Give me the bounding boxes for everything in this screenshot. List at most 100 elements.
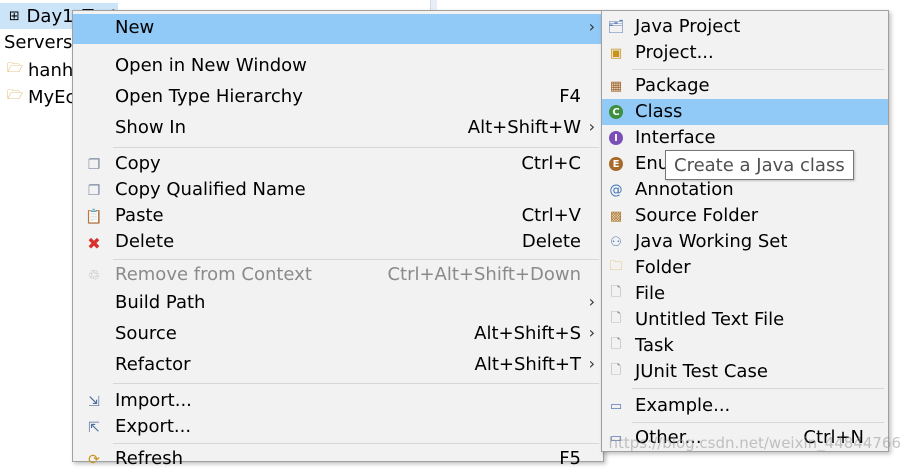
- menu-separator: [632, 422, 884, 423]
- shortcut-label: Alt+Shift+T: [474, 354, 581, 375]
- menu-item-label: Show In: [115, 117, 187, 138]
- submenu-item-interface[interactable]: I Interface: [602, 125, 888, 151]
- menu-item-label: Paste: [115, 205, 164, 226]
- export-icon: ⇱: [88, 420, 100, 436]
- submenu-item-java-working-set[interactable]: ⚇ Java Working Set: [602, 229, 888, 255]
- submenu-item-label: Project...: [635, 42, 714, 63]
- project-icon: ▣: [609, 45, 623, 61]
- chevron-right-icon: ›: [588, 323, 595, 342]
- menu-separator: [113, 383, 599, 384]
- tooltip: Create a Java class: [665, 150, 854, 180]
- menu-item-build-path[interactable]: Build Path ›: [73, 289, 603, 319]
- submenu-item-label: JUnit Test Case: [635, 361, 768, 382]
- shortcut-label: Ctrl+V: [521, 205, 581, 226]
- submenu-item-label: Task: [635, 335, 674, 356]
- menu-item-label: Open in New Window: [115, 55, 307, 76]
- shortcut-label: F5: [559, 448, 581, 469]
- delete-icon: ✖: [87, 233, 101, 253]
- shortcut-label: Delete: [521, 231, 581, 252]
- submenu-item-junit-test-case[interactable]: 🗋 JUnit Test Case: [602, 359, 888, 385]
- java-project-icon: 🗂: [607, 19, 625, 35]
- menu-separator: [113, 259, 599, 260]
- submenu-item-task[interactable]: 🗋 Task: [602, 333, 888, 359]
- submenu-item-annotation[interactable]: @ Annotation: [602, 177, 888, 203]
- submenu-item-file[interactable]: 🗋 File: [602, 281, 888, 307]
- menu-item-label: Open Type Hierarchy: [115, 86, 303, 107]
- menu-item-source[interactable]: Source Alt+Shift+S ›: [73, 320, 603, 350]
- menu-item-label: Build Path: [115, 292, 206, 313]
- menu-separator: [113, 443, 599, 444]
- submenu-item-package[interactable]: ▦ Package: [602, 73, 888, 99]
- submenu-item-label: Source Folder: [635, 205, 759, 226]
- submenu-item-label: Java Project: [635, 16, 741, 37]
- menu-item-label: Refresh: [115, 448, 183, 469]
- example-icon: ▭: [609, 398, 623, 414]
- menu-item-open-type-hierarchy[interactable]: Open Type Hierarchy F4: [73, 83, 603, 113]
- menu-separator: [632, 69, 884, 70]
- copy-icon: ❐: [87, 157, 101, 173]
- plus-box-icon[interactable]: ⊞: [6, 7, 23, 25]
- submenu-item-source-folder[interactable]: ▩ Source Folder: [602, 203, 888, 229]
- menu-item-refactor[interactable]: Refactor Alt+Shift+T ›: [73, 351, 603, 381]
- chevron-right-icon: ›: [588, 117, 595, 136]
- submenu-item-project[interactable]: ▣ Project...: [602, 40, 888, 66]
- submenu-item-untitled-text-file[interactable]: 🗋 Untitled Text File: [602, 307, 888, 333]
- explorer-item-servers[interactable]: Servers: [0, 29, 72, 55]
- menu-item-label: Source: [115, 323, 177, 344]
- junit-icon: 🗋: [610, 363, 622, 378]
- menu-item-label: Copy: [115, 153, 161, 174]
- enum-icon: E: [607, 155, 625, 173]
- refresh-icon: ⟳: [88, 452, 100, 468]
- submenu-item-label: File: [635, 283, 666, 304]
- submenu-item-class[interactable]: C Class: [602, 99, 888, 125]
- submenu-item-label: Package: [635, 75, 710, 96]
- new-submenu: 🗂 Java Project ▣ Project... ▦ Package C …: [601, 10, 889, 452]
- menu-item-delete[interactable]: ✖ Delete Delete: [73, 228, 603, 258]
- shortcut-label: Ctrl+C: [521, 153, 581, 174]
- menu-item-label: Delete: [115, 231, 175, 252]
- menu-item-label: Copy Qualified Name: [115, 179, 306, 200]
- folder-icon: 🗁: [6, 88, 24, 103]
- menu-item-export[interactable]: ⇱ Export...: [73, 413, 603, 443]
- context-menu: New › Open in New Window Open Type Hiera…: [72, 10, 604, 469]
- explorer-item-myec[interactable]: 🗁 MyEc: [0, 84, 76, 110]
- submenu-item-label: Example...: [635, 395, 731, 416]
- menu-separator: [632, 388, 884, 389]
- menu-item-label: Refactor: [115, 354, 191, 375]
- watermark: https://blog.csdn.net/weixin_44844766: [608, 434, 901, 452]
- menu-item-new[interactable]: New ›: [73, 14, 603, 44]
- submenu-item-folder[interactable]: 🗀 Folder: [602, 255, 888, 281]
- chevron-right-icon: ›: [588, 292, 595, 311]
- menu-item-label: Import...: [115, 390, 192, 411]
- menu-item-open-in-new-window[interactable]: Open in New Window: [73, 52, 603, 82]
- submenu-item-label: Annotation: [635, 179, 734, 200]
- submenu-item-label: Folder: [635, 257, 691, 278]
- submenu-item-label: Class: [635, 101, 683, 122]
- task-icon: 🗋: [610, 337, 622, 352]
- shortcut-label: Ctrl+Alt+Shift+Down: [387, 264, 581, 285]
- submenu-item-example[interactable]: ▭ Example...: [602, 393, 888, 419]
- chevron-right-icon: ›: [588, 17, 595, 36]
- source-folder-icon: ▩: [609, 208, 623, 224]
- menu-item-label: New: [115, 17, 155, 38]
- submenu-item-label: Interface: [635, 127, 716, 148]
- package-icon: ▦: [609, 78, 623, 94]
- text-file-icon: 🗋: [610, 311, 622, 326]
- submenu-item-label: Java Working Set: [635, 231, 788, 252]
- explorer-item-label: MyEc: [28, 86, 76, 108]
- explorer-item-label: Servers: [4, 31, 73, 53]
- shortcut-label: Alt+Shift+S: [474, 323, 581, 344]
- menu-item-show-in[interactable]: Show In Alt+Shift+W ›: [73, 114, 603, 144]
- folder-icon: 🗀: [609, 259, 623, 274]
- file-icon: 🗋: [610, 285, 622, 300]
- menu-item-refresh[interactable]: ⟳ Refresh F5: [73, 445, 603, 475]
- explorer-item-hanh[interactable]: 🗁 hanh: [0, 57, 73, 83]
- submenu-item-java-project[interactable]: 🗂 Java Project: [602, 14, 888, 40]
- menu-item-remove-from-context: ♲ Remove from Context Ctrl+Alt+Shift+Dow…: [73, 261, 603, 291]
- copy-qualified-icon: ❐: [87, 183, 101, 199]
- menu-separator: [113, 147, 599, 148]
- paste-icon: 📋: [85, 209, 103, 225]
- folder-icon: 🗁: [6, 61, 24, 76]
- menu-item-label: Remove from Context: [115, 264, 312, 285]
- class-icon: C: [607, 103, 625, 121]
